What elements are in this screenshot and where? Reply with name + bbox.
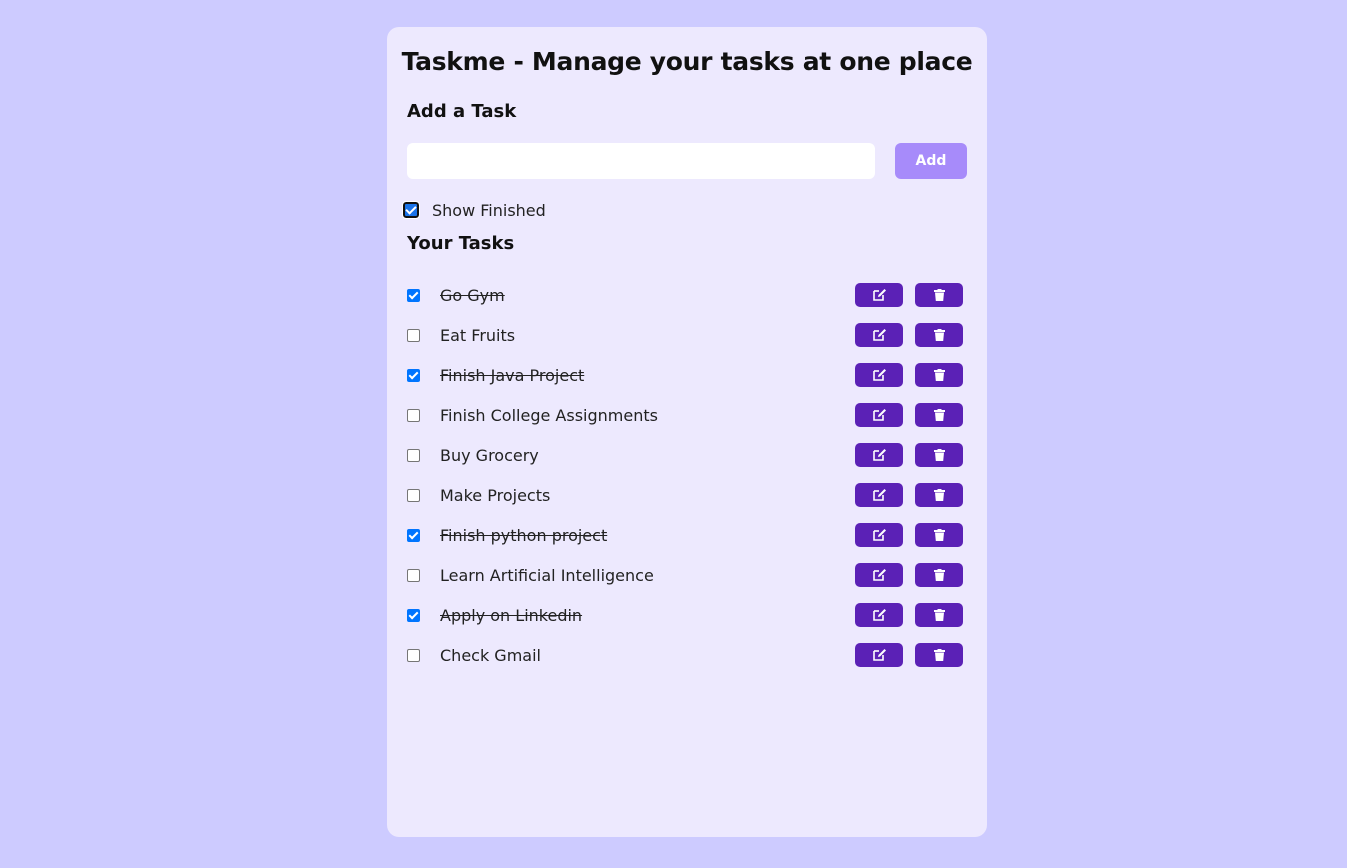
task-text: Finish Java Project — [440, 365, 585, 385]
show-finished-checkbox[interactable] — [402, 201, 420, 219]
task-row: Finish College Assignments — [407, 395, 967, 435]
edit-button[interactable] — [855, 603, 903, 627]
task-checkbox[interactable] — [407, 408, 420, 422]
delete-button[interactable] — [915, 563, 963, 587]
edit-icon — [872, 648, 887, 662]
trash-icon — [933, 449, 945, 461]
task-row: Go Gym — [407, 275, 967, 315]
delete-button[interactable] — [915, 363, 963, 387]
checkmark-icon — [408, 289, 419, 299]
task-text: Go Gym — [440, 285, 505, 305]
delete-button[interactable] — [915, 523, 963, 547]
task-checkbox[interactable] — [407, 608, 420, 622]
edit-icon — [872, 488, 887, 502]
edit-button[interactable] — [855, 403, 903, 427]
edit-icon — [872, 608, 887, 622]
add-task-heading: Add a Task — [407, 101, 517, 122]
task-input[interactable] — [407, 143, 875, 179]
task-text: Check Gmail — [440, 645, 541, 665]
task-row: Finish Java Project — [407, 355, 967, 395]
edit-icon — [872, 328, 887, 342]
trash-icon — [933, 409, 945, 421]
task-text: Finish python project — [440, 525, 608, 545]
edit-button[interactable] — [855, 283, 903, 307]
task-checkbox[interactable] — [407, 368, 420, 382]
your-tasks-heading: Your Tasks — [407, 233, 515, 254]
edit-icon — [872, 288, 887, 302]
trash-icon — [933, 529, 945, 541]
show-finished-label: Show Finished — [432, 200, 546, 220]
task-row: Finish python project — [407, 515, 967, 555]
delete-button[interactable] — [915, 443, 963, 467]
task-text: Make Projects — [440, 485, 551, 505]
task-row: Check Gmail — [407, 635, 967, 675]
edit-icon — [872, 528, 887, 542]
task-text: Eat Fruits — [440, 325, 516, 345]
checkmark-icon — [405, 203, 417, 215]
trash-icon — [933, 369, 945, 381]
task-row: Make Projects — [407, 475, 967, 515]
task-row: Apply on Linkedin — [407, 595, 967, 635]
show-finished-toggle[interactable]: Show Finished — [402, 200, 546, 220]
edit-button[interactable] — [855, 363, 903, 387]
task-row: Eat Fruits — [407, 315, 967, 355]
edit-button[interactable] — [855, 323, 903, 347]
edit-button[interactable] — [855, 483, 903, 507]
delete-button[interactable] — [915, 643, 963, 667]
trash-icon — [933, 329, 945, 341]
task-checkbox[interactable] — [407, 488, 420, 502]
task-card: Taskme - Manage your tasks at one place … — [387, 27, 987, 837]
edit-icon — [872, 368, 887, 382]
delete-button[interactable] — [915, 403, 963, 427]
add-button[interactable]: Add — [895, 143, 967, 179]
task-checkbox[interactable] — [407, 328, 420, 342]
task-checkbox[interactable] — [407, 288, 420, 302]
task-checkbox[interactable] — [407, 448, 420, 462]
task-list: Go Gym Eat Fruits Finish Java Project Fi… — [407, 275, 967, 675]
checkmark-icon — [408, 609, 419, 619]
edit-button[interactable] — [855, 563, 903, 587]
checkmark-icon — [408, 529, 419, 539]
delete-button[interactable] — [915, 323, 963, 347]
delete-button[interactable] — [915, 483, 963, 507]
checkmark-icon — [408, 369, 419, 379]
edit-button[interactable] — [855, 523, 903, 547]
trash-icon — [933, 569, 945, 581]
task-row: Buy Grocery — [407, 435, 967, 475]
task-text: Learn Artificial Intelligence — [440, 565, 654, 585]
trash-icon — [933, 649, 945, 661]
trash-icon — [933, 609, 945, 621]
edit-icon — [872, 568, 887, 582]
delete-button[interactable] — [915, 283, 963, 307]
page-title: Taskme - Manage your tasks at one place — [401, 47, 973, 76]
task-checkbox[interactable] — [407, 648, 420, 662]
delete-button[interactable] — [915, 603, 963, 627]
trash-icon — [933, 289, 945, 301]
edit-icon — [872, 448, 887, 462]
task-checkbox[interactable] — [407, 568, 420, 582]
task-text: Buy Grocery — [440, 445, 539, 465]
task-text: Apply on Linkedin — [440, 605, 583, 625]
edit-icon — [872, 408, 887, 422]
edit-button[interactable] — [855, 443, 903, 467]
task-text: Finish College Assignments — [440, 405, 658, 425]
task-row: Learn Artificial Intelligence — [407, 555, 967, 595]
edit-button[interactable] — [855, 643, 903, 667]
task-checkbox[interactable] — [407, 528, 420, 542]
trash-icon — [933, 489, 945, 501]
